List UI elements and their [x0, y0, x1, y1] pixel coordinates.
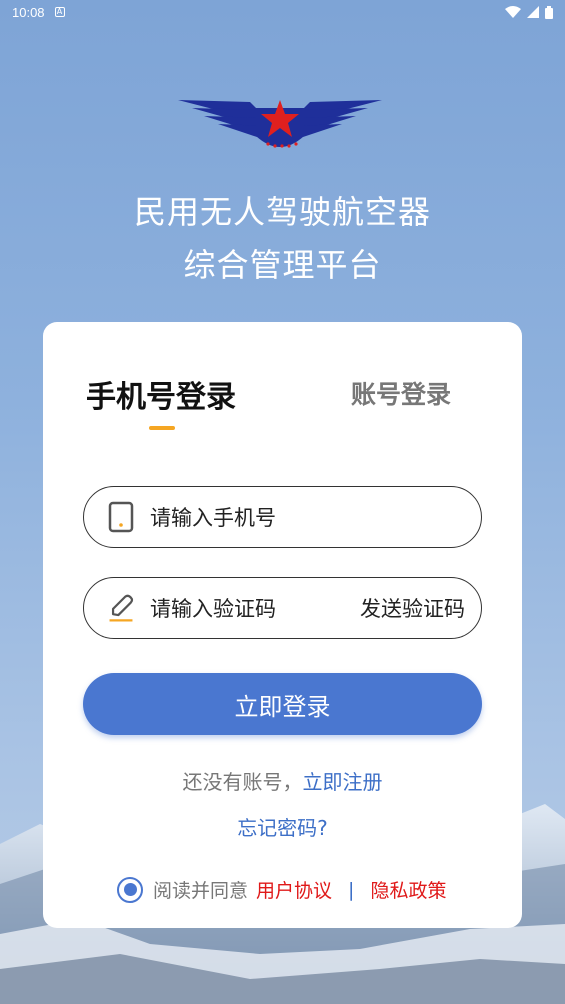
tab-indicator: [149, 426, 175, 430]
privacy-policy-link[interactable]: 隐私政策: [370, 876, 446, 903]
phone-placeholder: 请输入手机号: [150, 506, 276, 530]
user-agreement-link[interactable]: 用户协议: [256, 876, 332, 903]
login-card: 手机号登录 账号登录 请输入手机号 请输入验证码 发送验证码 立即登录 还没有账…: [43, 322, 522, 928]
app-title-line2: 综合管理平台: [183, 246, 382, 284]
wifi-icon: [505, 6, 521, 18]
agree-prefix: 阅读并同意: [153, 880, 249, 902]
signal-icon: [527, 6, 539, 18]
code-input[interactable]: 请输入验证码 发送验证码: [83, 577, 482, 639]
register-link[interactable]: 立即注册: [303, 770, 383, 794]
register-row: 还没有账号，立即注册: [43, 766, 522, 795]
notification-icon: A: [54, 7, 65, 17]
pencil-icon: [106, 593, 136, 623]
phone-input[interactable]: 请输入手机号: [83, 486, 482, 548]
forgot-password-link[interactable]: 忘记密码?: [43, 812, 522, 841]
code-placeholder: 请输入验证码: [150, 597, 276, 621]
app-logo: [178, 100, 382, 148]
login-button[interactable]: 立即登录: [83, 673, 482, 735]
register-prefix: 还没有账号，: [182, 770, 303, 794]
phone-icon: [106, 501, 136, 533]
agreement-radio[interactable]: [117, 876, 143, 903]
status-bar: 10:08 A: [0, 0, 565, 24]
radio-checked-icon: [123, 883, 137, 896]
status-time: 10:08: [12, 4, 45, 20]
agreement-separator: |: [348, 878, 355, 901]
agreement-row: 阅读并同意 用户协议 | 隐私政策: [117, 876, 446, 903]
tab-account-login[interactable]: 账号登录: [351, 375, 451, 411]
app-title-line1: 民用无人驾驶航空器: [133, 193, 431, 231]
battery-icon: [545, 5, 553, 19]
send-code-button[interactable]: 发送验证码: [360, 593, 465, 623]
tab-phone-login[interactable]: 手机号登录: [86, 372, 236, 416]
